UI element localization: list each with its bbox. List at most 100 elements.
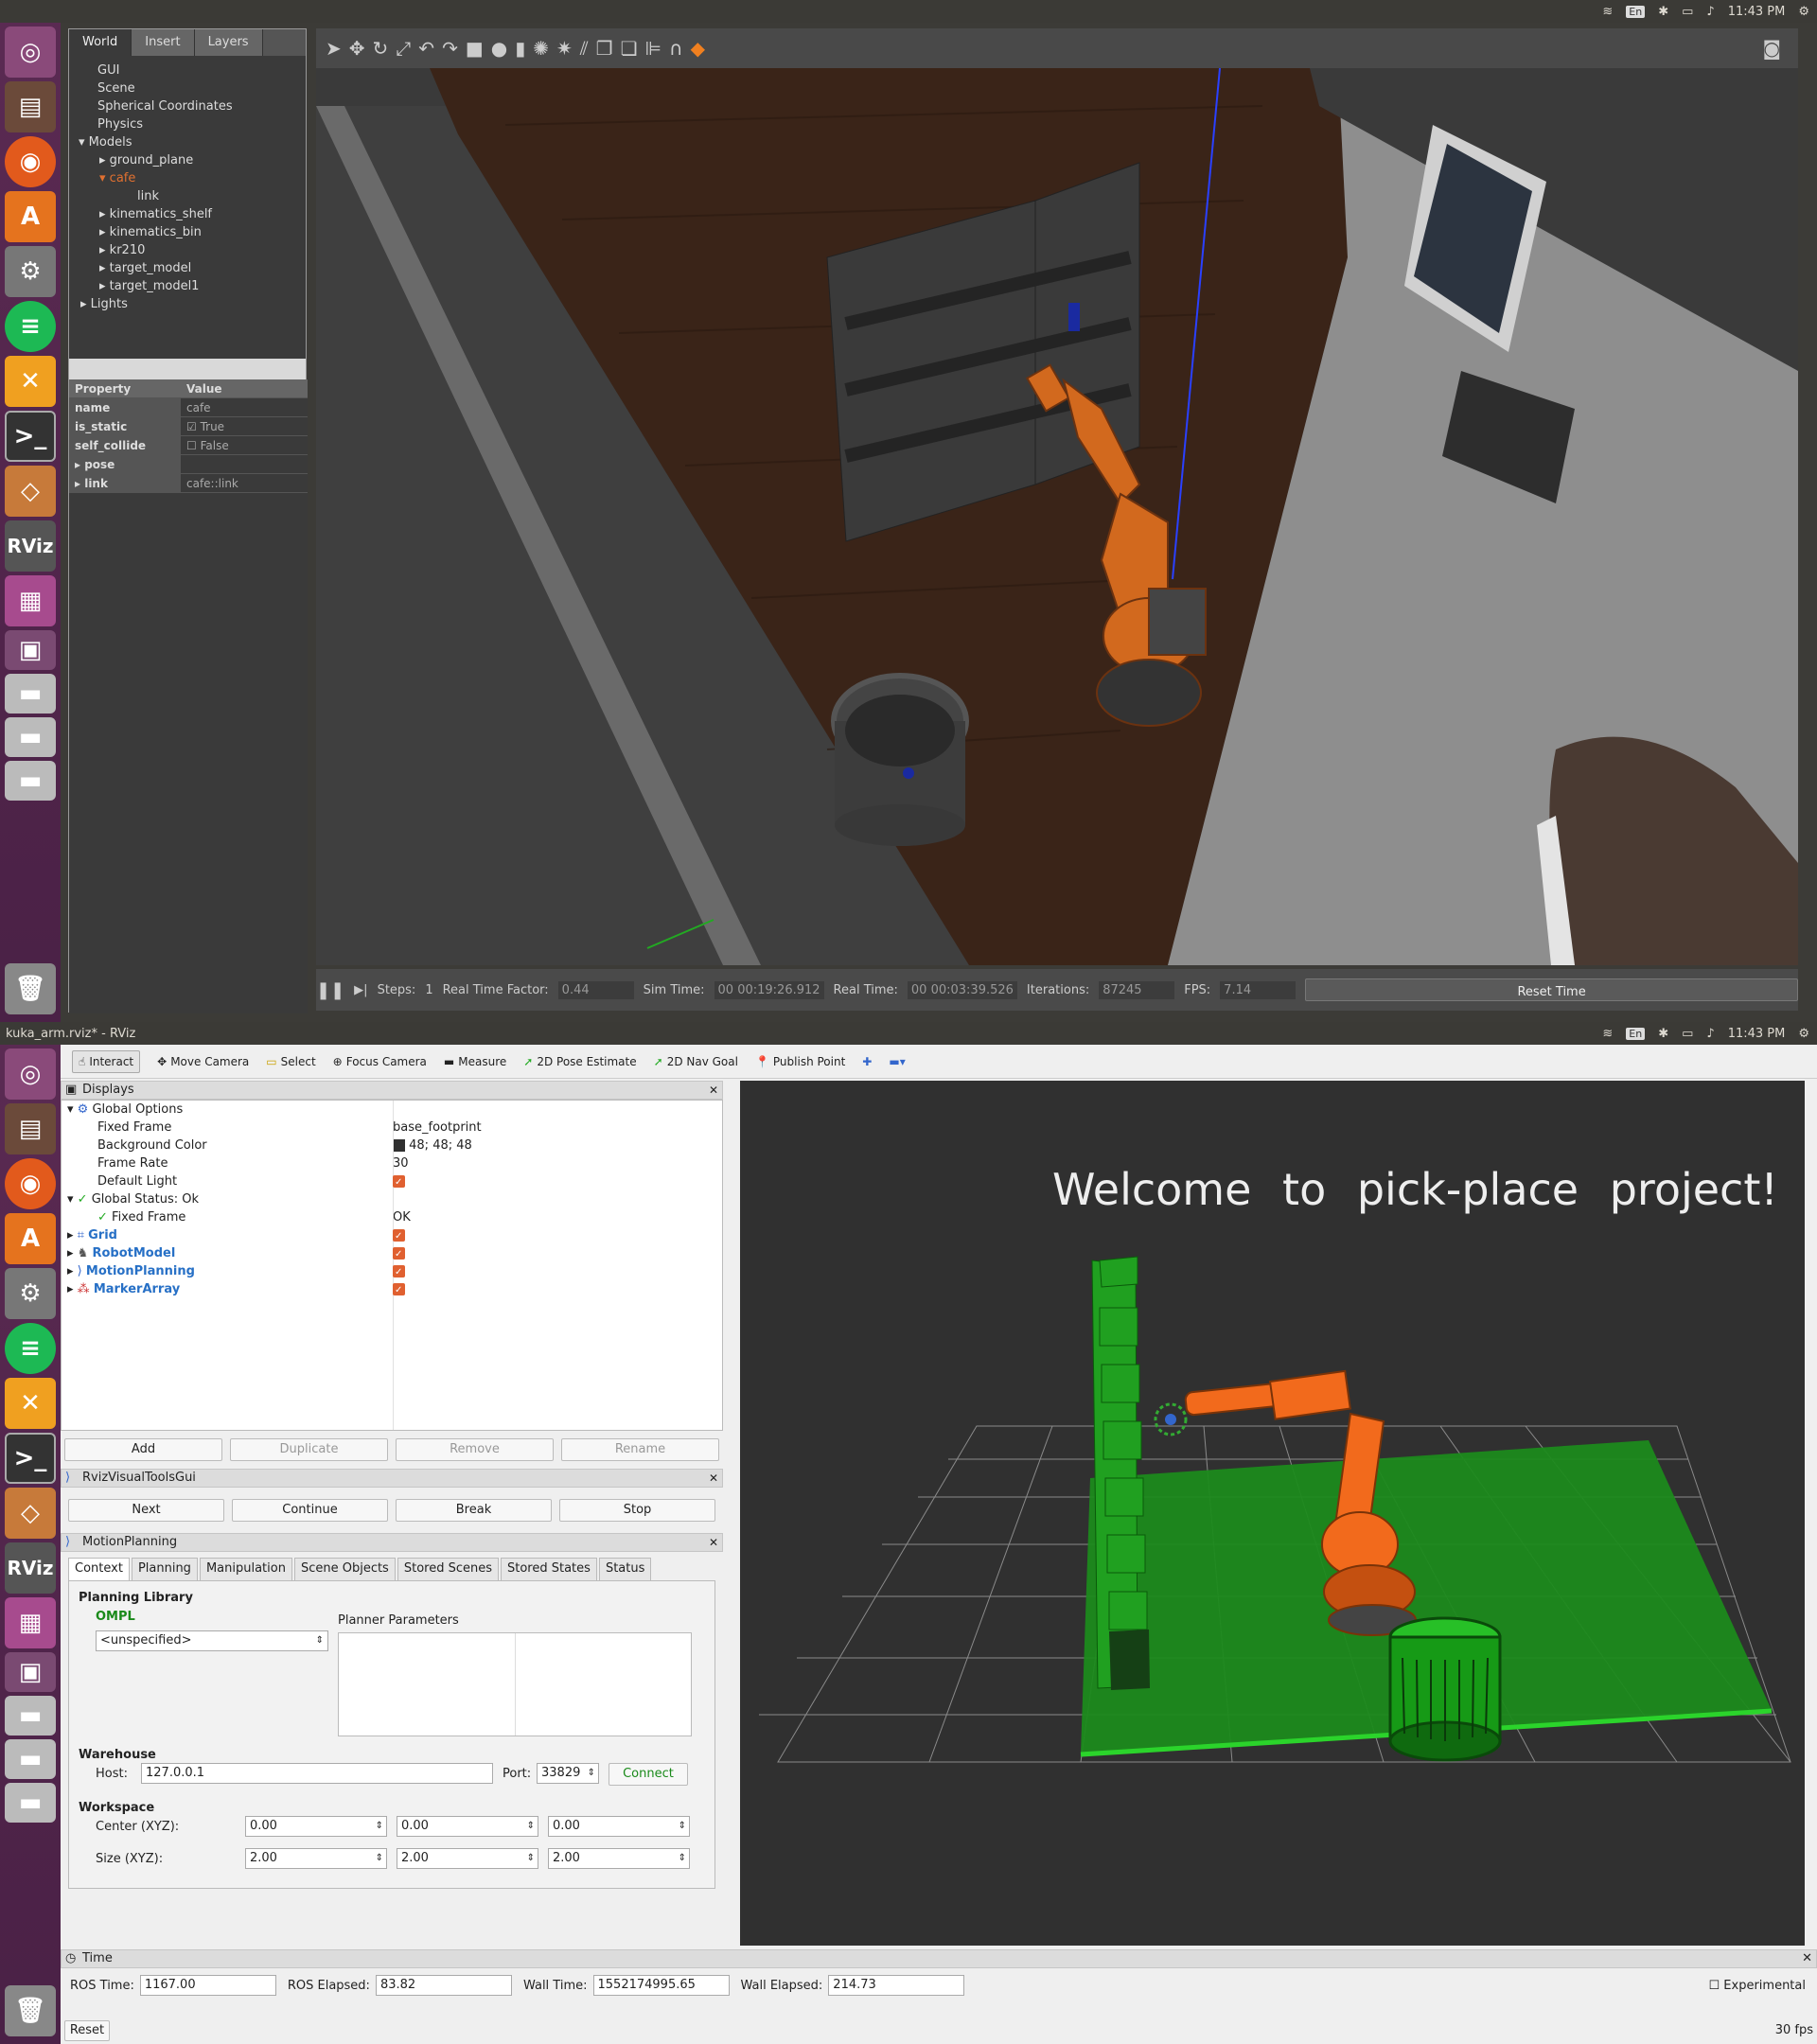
firefox-icon[interactable]: ◉	[5, 1158, 56, 1209]
expand-arrow-icon[interactable]: ▾	[79, 135, 89, 150]
tree-item-kinematics-shelf[interactable]: ▸ kinematics_shelf	[69, 205, 306, 223]
step-icon[interactable]: ▶|	[354, 983, 367, 997]
spotify-icon[interactable]: ≡	[5, 1323, 56, 1374]
collapse-arrow-icon[interactable]: ▸	[99, 279, 110, 293]
next-button[interactable]: Next	[68, 1499, 224, 1522]
ubuntu-dash-icon[interactable]: ◎	[5, 26, 56, 78]
collapse-arrow-icon[interactable]: ▸	[75, 477, 84, 490]
view-angle-icon[interactable]: ◆	[691, 37, 705, 60]
add-button[interactable]: Add	[64, 1438, 222, 1461]
align-icon[interactable]: ⊫	[645, 37, 662, 60]
display-row-frame-rate[interactable]: Frame Rate 30	[62, 1154, 722, 1172]
display-value[interactable]: base_footprint	[393, 1119, 722, 1137]
planner-parameters-table[interactable]	[338, 1632, 692, 1736]
files-icon[interactable]: ▤	[5, 81, 56, 132]
tab-insert[interactable]: Insert	[132, 29, 195, 56]
close-icon[interactable]: ✕	[709, 1082, 718, 1099]
remove-tool-minus-icon[interactable]: ▬▾	[889, 1055, 905, 1068]
tree-item-target-model[interactable]: ▸ target_model	[69, 259, 306, 277]
property-row-name[interactable]: name cafe	[69, 398, 308, 417]
display-row-global-options[interactable]: ▾ ⚙ Global Options	[62, 1101, 722, 1119]
rename-button[interactable]: Rename	[561, 1438, 719, 1461]
rotate-mode-icon[interactable]: ↻	[373, 37, 389, 60]
size-y-input[interactable]: 2.00 ⇕	[397, 1848, 538, 1869]
tree-item-cafe[interactable]: ▾ cafe	[69, 169, 306, 187]
terminal-icon[interactable]: >_	[5, 1433, 56, 1484]
system-settings-icon[interactable]: ⚙	[5, 246, 56, 297]
display-value[interactable]: 30	[393, 1154, 722, 1172]
cylinder-shape-icon[interactable]: ▮	[515, 37, 525, 60]
display-row-background-color[interactable]: Background Color 48; 48; 48	[62, 1137, 722, 1154]
drive-icon-3[interactable]: ▬	[5, 1783, 56, 1823]
wifi-icon[interactable]: ≋	[1602, 1027, 1613, 1041]
bluetooth-icon[interactable]: ✱	[1658, 1027, 1668, 1041]
redo-icon[interactable]: ↷	[442, 37, 458, 60]
software-center-icon[interactable]: A	[5, 1213, 56, 1264]
checkbox-checked-icon[interactable]	[393, 1173, 405, 1191]
property-row-is-static[interactable]: is_static ☑ True	[69, 417, 308, 436]
point-light-icon[interactable]: ✺	[533, 37, 549, 60]
tool-2d-nav-goal[interactable]: ➚ 2D Nav Goal	[654, 1055, 738, 1068]
tab-world[interactable]: World	[69, 29, 132, 56]
spot-light-icon[interactable]: ✷	[556, 37, 573, 60]
virtualbox-icon[interactable]: ◇	[5, 1488, 56, 1539]
tree-item-ground-plane[interactable]: ▸ ground_plane	[69, 151, 306, 169]
checkbox-checked-icon[interactable]	[393, 1245, 405, 1263]
size-x-input[interactable]: 2.00 ⇕	[245, 1848, 387, 1869]
checkbox-checked-icon[interactable]	[393, 1281, 405, 1299]
display-row-motionplanning[interactable]: ▸ ⟩ MotionPlanning	[62, 1262, 722, 1281]
clock[interactable]: 11:43 PM	[1728, 1027, 1786, 1041]
undo-icon[interactable]: ↶	[418, 37, 434, 60]
collapse-arrow-icon[interactable]: ▸	[75, 458, 84, 471]
property-value[interactable]: cafe	[181, 398, 308, 416]
tree-item-physics[interactable]: Physics	[69, 115, 306, 133]
collapse-arrow-icon[interactable]: ▸	[99, 225, 110, 239]
size-z-input[interactable]: 2.00 ⇕	[548, 1848, 690, 1869]
tree-item-gui[interactable]: GUI	[69, 62, 306, 79]
tree-item-lights[interactable]: ▸ Lights	[69, 295, 306, 313]
drive-icon-3[interactable]: ▬	[5, 761, 56, 801]
trash-icon[interactable]: 🗑	[5, 1985, 56, 2036]
pause-icon[interactable]: ❚❚	[316, 980, 344, 1000]
workspace-switcher-icon[interactable]: ▦	[5, 1597, 56, 1648]
expand-arrow-icon[interactable]: ▾	[67, 1102, 78, 1117]
drive-icon[interactable]: ▬	[5, 674, 56, 714]
display-value-cell[interactable]: 48; 48; 48	[393, 1137, 722, 1154]
checkbox-checked-icon[interactable]: ☑	[186, 420, 201, 433]
close-icon[interactable]: ✕	[1802, 1950, 1812, 1967]
tab-planning[interactable]: Planning	[131, 1558, 198, 1580]
display-row-global-status[interactable]: ▾ ✓ Global Status: Ok	[62, 1190, 722, 1208]
system-settings-icon[interactable]: ⚙	[5, 1268, 56, 1319]
screenshot-camera-icon[interactable]: ◙	[1763, 37, 1781, 60]
display-row-grid[interactable]: ▸ ⌗ Grid	[62, 1226, 722, 1245]
collapse-arrow-icon[interactable]: ▸	[99, 261, 110, 275]
display-row-fixed-frame-status[interactable]: ✓ Fixed Frame OK	[62, 1208, 722, 1226]
gazebo-icon[interactable]: ✕	[5, 356, 56, 407]
sphere-shape-icon[interactable]: ●	[491, 37, 507, 60]
collapse-arrow-icon[interactable]: ▸	[67, 1246, 78, 1260]
window-icon[interactable]: ▣	[5, 630, 56, 670]
scale-mode-icon[interactable]: ⤢	[396, 37, 411, 60]
translate-mode-icon[interactable]: ✥	[349, 37, 365, 60]
display-row-fixed-frame[interactable]: Fixed Frame base_footprint	[62, 1119, 722, 1137]
rviz-icon[interactable]: RViz	[5, 1542, 56, 1594]
files-icon[interactable]: ▤	[5, 1103, 56, 1154]
tab-stored-scenes[interactable]: Stored Scenes	[397, 1558, 499, 1580]
collapse-arrow-icon[interactable]: ▸	[99, 207, 110, 221]
directional-light-icon[interactable]: ⫽	[580, 37, 589, 60]
settings-gear-icon[interactable]: ⚙	[1798, 1027, 1809, 1041]
close-icon[interactable]: ✕	[709, 1534, 718, 1551]
connect-button[interactable]: Connect	[609, 1763, 688, 1786]
workspace-switcher-icon[interactable]: ▦	[5, 575, 56, 626]
tab-status[interactable]: Status	[598, 1558, 652, 1580]
tab-manipulation[interactable]: Manipulation	[199, 1558, 292, 1580]
port-input[interactable]: 33829 ⇕	[537, 1763, 599, 1784]
window-icon[interactable]: ▣	[5, 1652, 56, 1692]
gazebo-3d-viewport[interactable]	[316, 68, 1798, 965]
tree-item-kinematics-bin[interactable]: ▸ kinematics_bin	[69, 223, 306, 241]
reset-time-button[interactable]: Reset Time	[1305, 978, 1798, 1001]
reset-button[interactable]: Reset	[64, 2020, 110, 2041]
terminal-icon[interactable]: >_	[5, 411, 56, 462]
drive-icon[interactable]: ▬	[5, 1696, 56, 1736]
expand-arrow-icon[interactable]: ▾	[67, 1192, 78, 1207]
